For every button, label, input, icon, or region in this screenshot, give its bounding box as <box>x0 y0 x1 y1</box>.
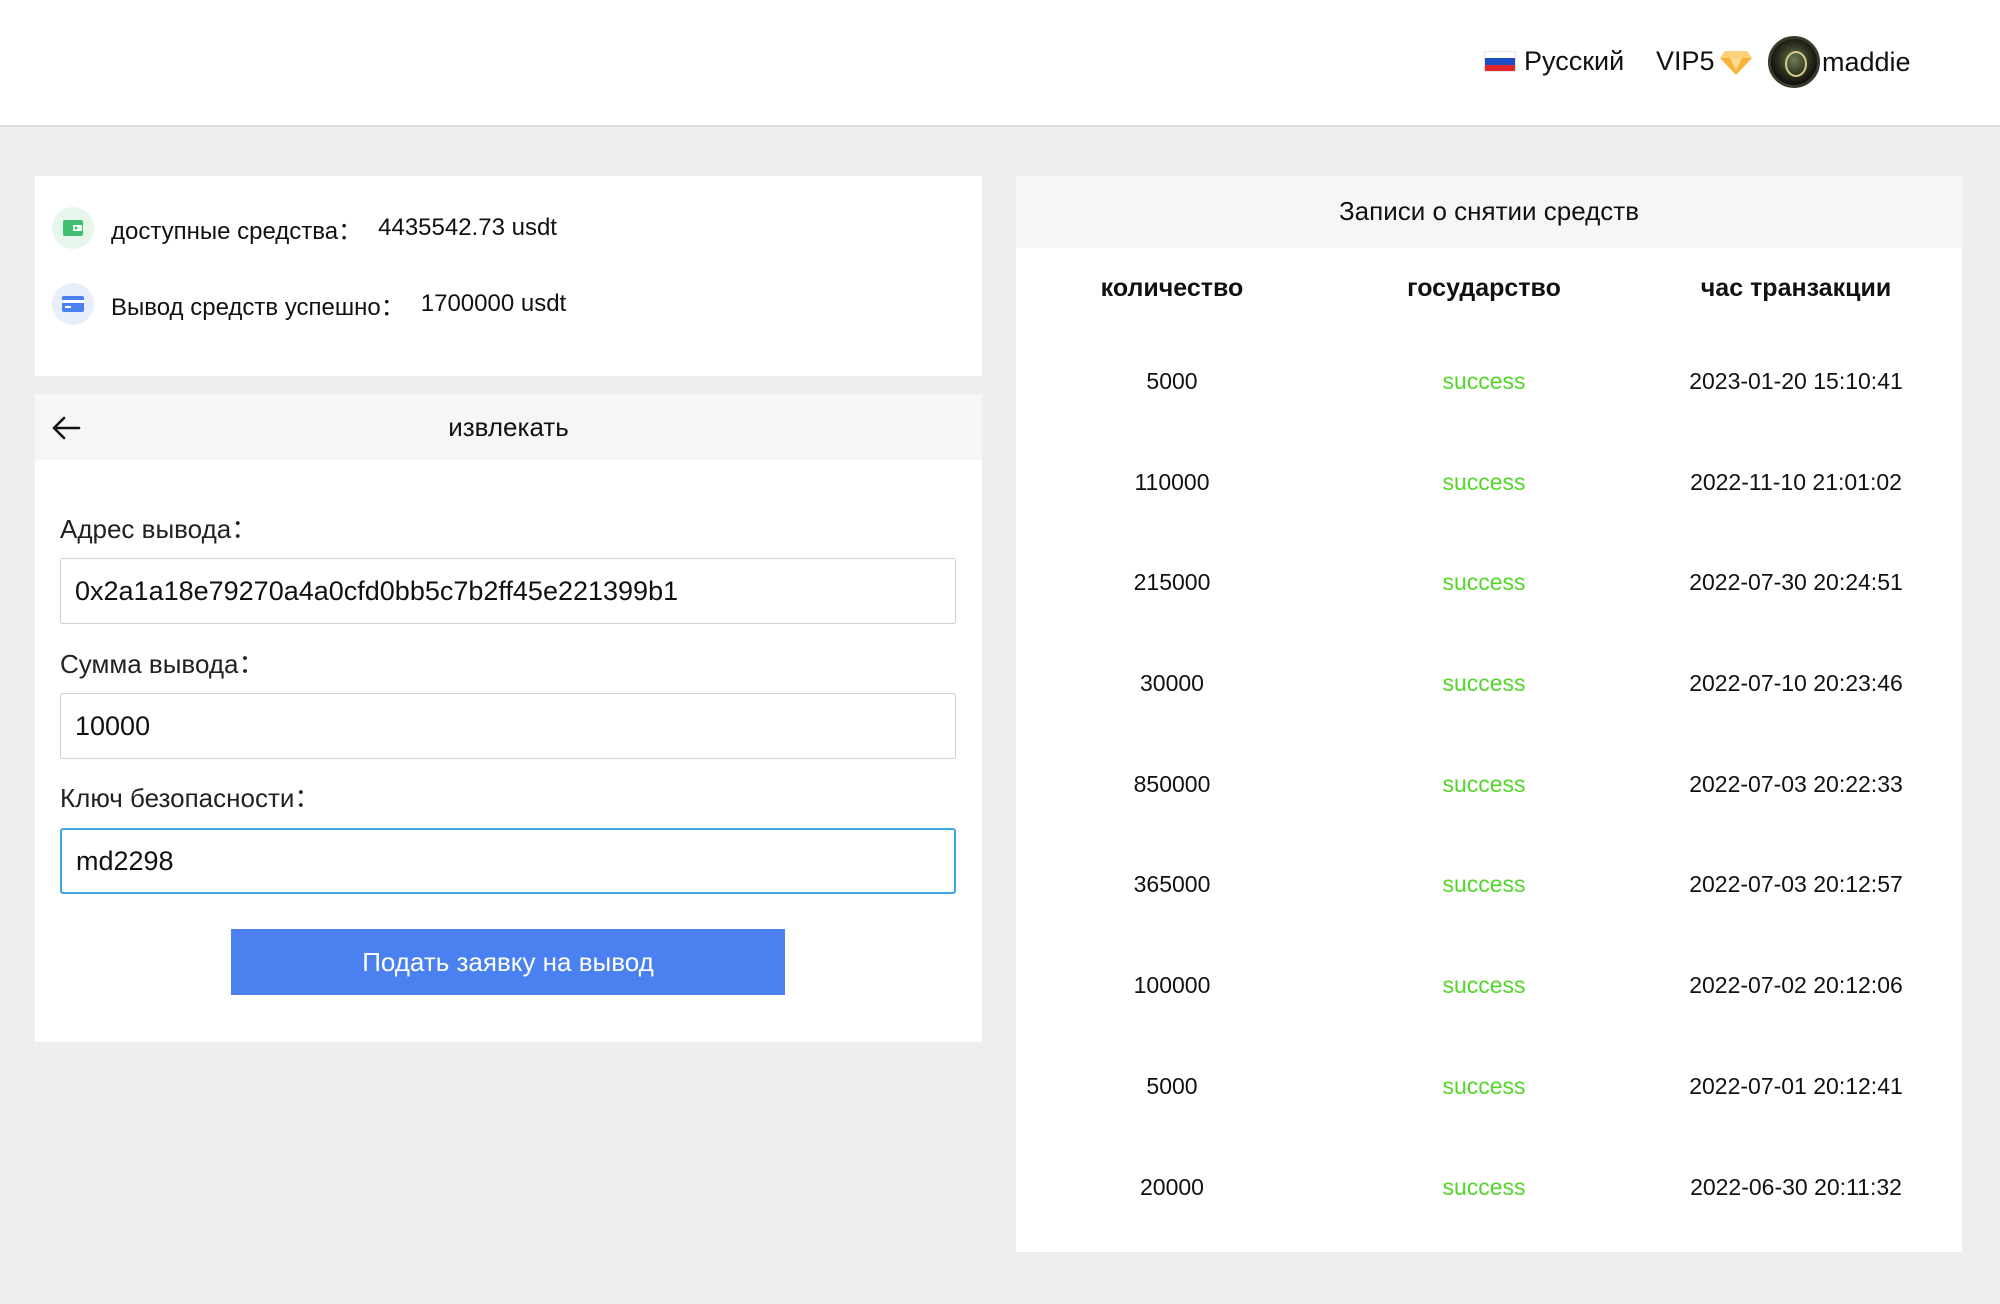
status-cell: success <box>1442 972 1526 999</box>
time-cell: 2022-11-10 21:01:02 <box>1690 468 1902 495</box>
records-table-body: 5000 success 2023-01-20 15:10:41 110000 … <box>1016 368 1962 1274</box>
avatar[interactable] <box>1768 36 1820 88</box>
amount-cell: 100000 <box>1133 972 1211 999</box>
withdrawn-funds-value: 1700000 usdt <box>420 290 567 317</box>
username: maddie <box>1822 46 1911 77</box>
table-row: 20000 success 2022-06-30 20:11:32 <box>1016 1174 1962 1275</box>
time-cell: 2022-07-02 20:12:06 <box>1689 972 1903 999</box>
time-cell: 2022-07-10 20:23:46 <box>1689 670 1903 697</box>
amount-cell: 365000 <box>1133 871 1211 898</box>
withdraw-panel: извлекать Адрес вывода： Сумма вывода： Кл… <box>35 394 982 1042</box>
withdrawn-funds-row: Вывод средств успешно： 1700000 usdt <box>52 283 566 325</box>
status-cell: success <box>1442 1072 1526 1099</box>
table-row: 100000 success 2022-07-02 20:12:06 <box>1016 972 1962 1073</box>
language-label: Русский <box>1524 46 1625 76</box>
status-cell: success <box>1442 670 1526 697</box>
withdraw-header: извлекать <box>35 394 982 460</box>
records-title: Записи о снятии средств <box>1338 196 1640 226</box>
vip-level: VIP5 <box>1656 46 1715 76</box>
table-row: 30000 success 2022-07-10 20:23:46 <box>1016 670 1962 771</box>
table-row: 5000 success 2022-07-01 20:12:41 <box>1016 1073 1962 1174</box>
balance-card: доступные средства： 4435542.73 usdt Выво… <box>35 176 982 376</box>
column-header-time: час транзакции <box>1700 274 1892 302</box>
amount-cell: 20000 <box>1140 1173 1204 1200</box>
amount-label: Сумма вывода： <box>60 649 265 679</box>
withdrawn-funds-label: Вывод средств успешно： <box>111 293 405 321</box>
available-funds-row: доступные средства： 4435542.73 usdt <box>52 207 557 249</box>
amount-cell: 30000 <box>1140 670 1204 697</box>
status-cell: success <box>1442 871 1526 898</box>
language-selector[interactable]: Русский <box>1484 46 1624 77</box>
withdraw-address-input[interactable] <box>60 558 956 624</box>
available-funds-label: доступные средства： <box>111 217 363 245</box>
time-cell: 2023-01-20 15:10:41 <box>1689 368 1903 394</box>
russia-flag-icon <box>1484 51 1516 72</box>
table-row: 5000 success 2023-01-20 15:10:41 <box>1016 368 1962 469</box>
security-key-input[interactable] <box>60 828 956 894</box>
credit-card-icon <box>52 283 94 325</box>
amount-cell: 110000 <box>1134 468 1210 495</box>
status-cell: success <box>1442 368 1526 394</box>
submit-withdraw-button[interactable]: Подать заявку на вывод <box>231 929 785 995</box>
table-row: 215000 success 2022-07-30 20:24:51 <box>1016 569 1962 670</box>
top-bar: Русский VIP5 maddie <box>0 0 2000 127</box>
vip-badge: VIP5 <box>1656 46 1753 77</box>
status-cell: success <box>1442 569 1526 596</box>
column-header-amount: количество <box>1100 274 1244 302</box>
withdraw-amount-input[interactable] <box>60 693 956 759</box>
diamond-icon <box>1719 50 1752 75</box>
table-row: 850000 success 2022-07-03 20:22:33 <box>1016 771 1962 872</box>
time-cell: 2022-07-03 20:12:57 <box>1689 871 1903 898</box>
address-label: Адрес вывода： <box>60 514 258 544</box>
security-key-label: Ключ безопасности： <box>60 783 321 813</box>
column-header-status: государство <box>1407 274 1561 302</box>
table-row: 110000 success 2022-11-10 21:01:02 <box>1016 469 1962 570</box>
withdraw-title: извлекать <box>448 412 569 442</box>
withdrawal-records-panel: Записи о снятии средств количество госуд… <box>1016 176 1962 1252</box>
status-cell: success <box>1442 1173 1526 1200</box>
time-cell: 2022-07-30 20:24:51 <box>1689 569 1903 596</box>
table-row: 365000 success 2022-07-03 20:12:57 <box>1016 871 1962 972</box>
time-cell: 2022-07-03 20:22:33 <box>1689 770 1903 797</box>
status-cell: success <box>1442 468 1526 495</box>
records-header: Записи о снятии средств <box>1016 176 1962 248</box>
amount-cell: 215000 <box>1133 569 1211 596</box>
amount-cell: 850000 <box>1133 770 1211 797</box>
amount-cell: 5000 <box>1146 368 1198 394</box>
wallet-icon <box>52 207 94 249</box>
available-funds-value: 4435542.73 usdt <box>378 214 557 241</box>
time-cell: 2022-06-30 20:11:32 <box>1690 1173 1902 1200</box>
time-cell: 2022-07-01 20:12:41 <box>1689 1072 1903 1099</box>
amount-cell: 5000 <box>1146 1072 1198 1099</box>
user-menu[interactable]: maddie <box>1768 36 1911 88</box>
status-cell: success <box>1442 770 1526 797</box>
